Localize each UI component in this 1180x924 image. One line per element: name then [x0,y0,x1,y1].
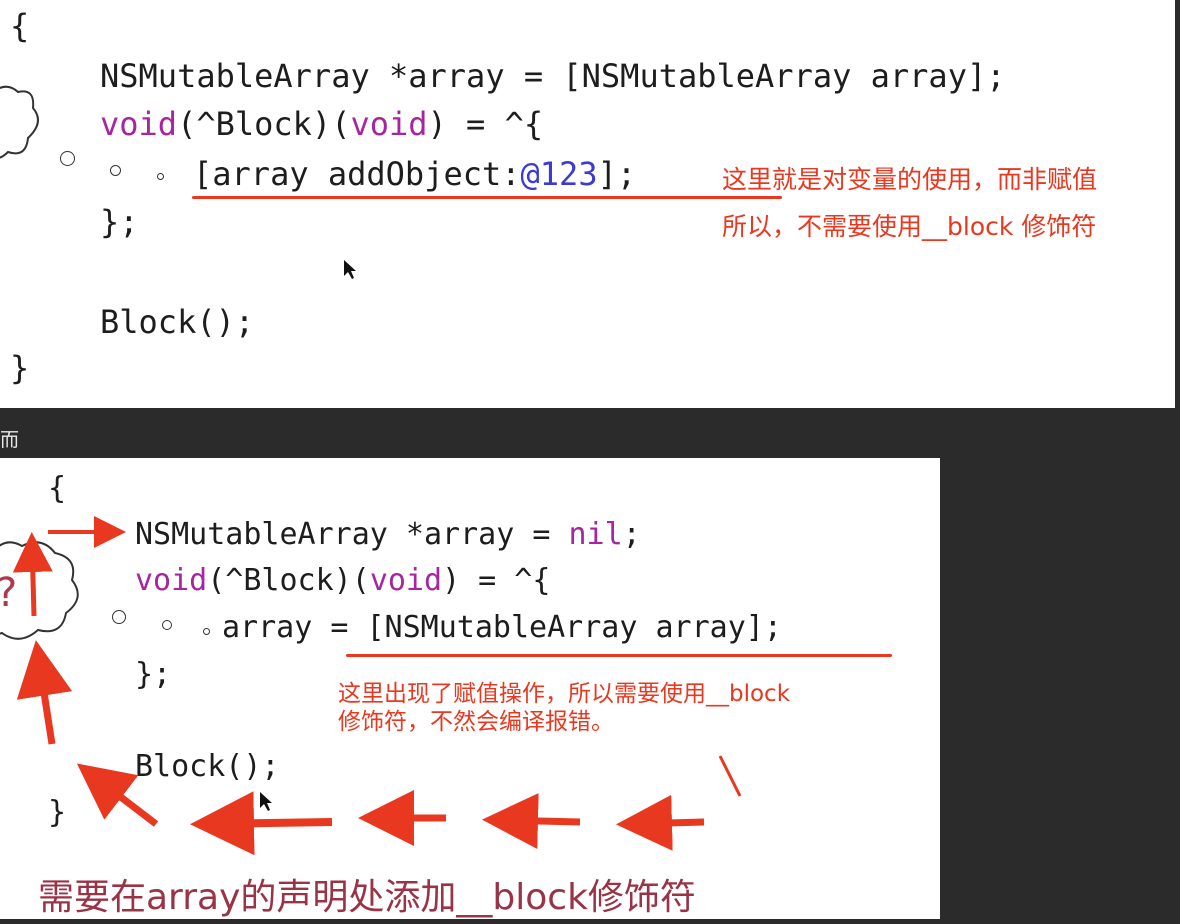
number-literal: @123 [520,155,598,193]
summary-banner: 需要在array的声明处添加__block修饰符 [38,877,696,918]
mouse-cursor-icon [344,260,356,279]
code-line-block-call: Block(); [100,303,255,341]
keyword-void: void [350,105,428,143]
code-line-close-brace: } [10,349,30,387]
bottom-code-panel: { NSMutableArray *array = nil; void(^Blo… [0,458,940,919]
mouse-cursor-icon [260,792,272,811]
annotation-note-line2: 所以，不需要使用__block 修饰符 [722,212,1097,241]
divider-label: 而 [0,429,20,451]
top-code-panel: { NSMutableArray *array = [NSMutableArra… [0,0,1175,408]
annotation-note-line1: 这里就是对变量的使用，而非赋值 [722,165,1098,194]
